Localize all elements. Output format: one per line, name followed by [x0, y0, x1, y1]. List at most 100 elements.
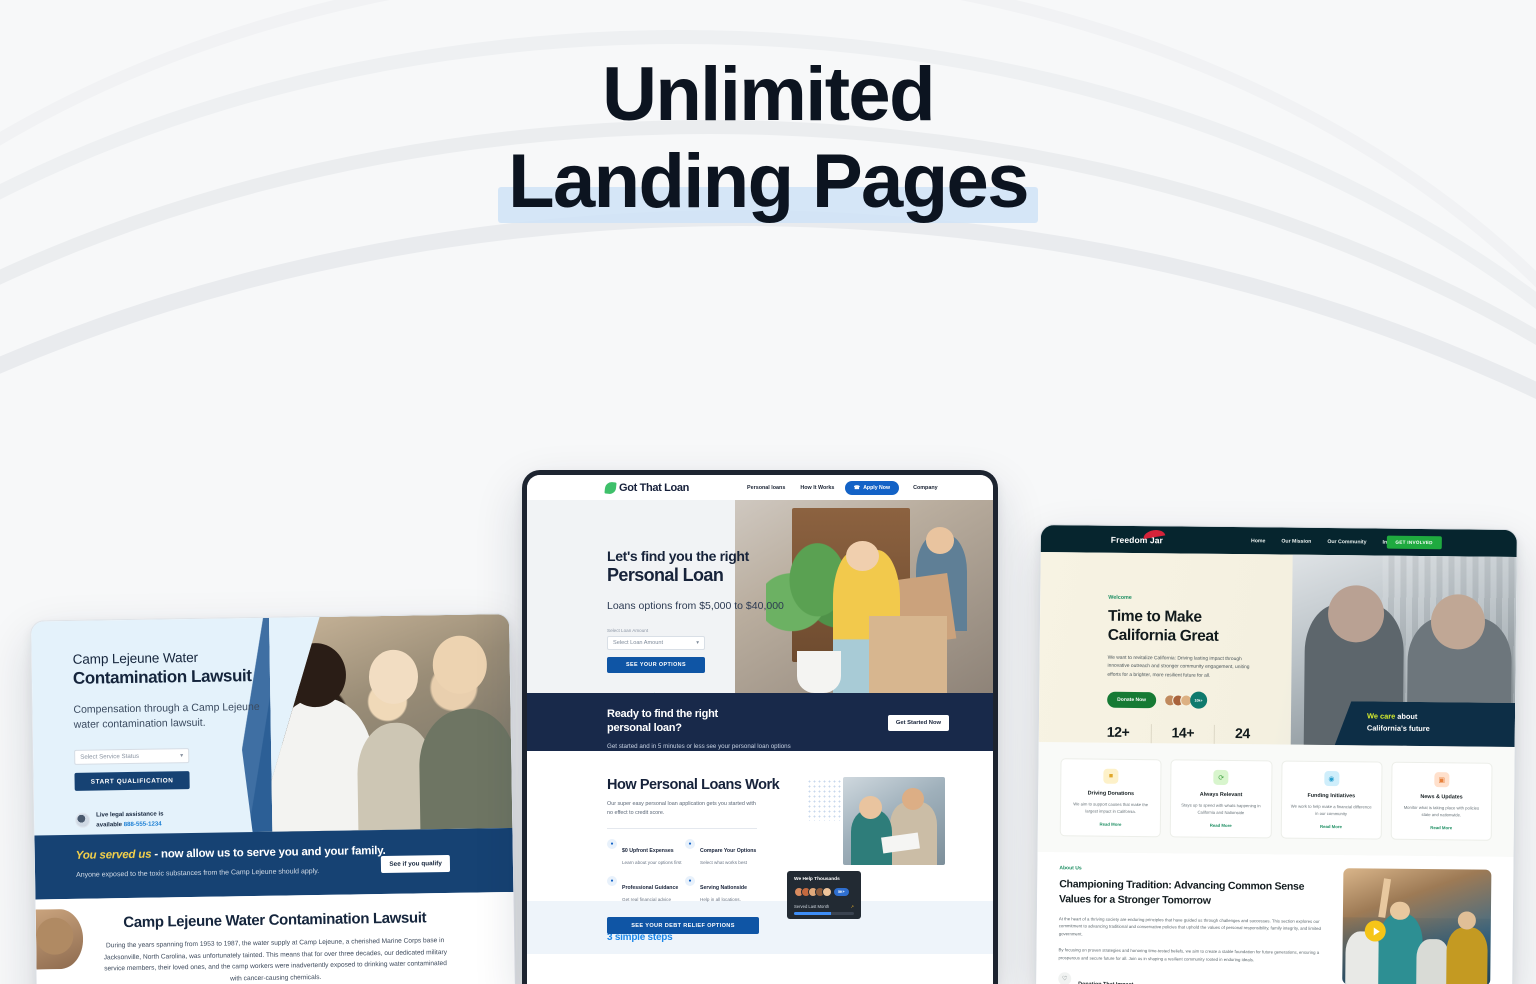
- gl-card-avatars: 5K+: [794, 887, 854, 897]
- cl-band-rest: - now allow us to serve you and your fam…: [151, 844, 386, 861]
- fj-nav-item-our-mission[interactable]: Our Mission: [1281, 538, 1311, 544]
- gl-feature-desc: Get real financial advice: [622, 897, 672, 903]
- avatar: [75, 812, 91, 828]
- arrow-up-icon: ↗: [850, 904, 854, 909]
- cl-start-qualification-button[interactable]: START QUALIFICATION: [74, 771, 190, 792]
- phone-icon: ☎: [853, 484, 861, 491]
- gl-see-your-options-button[interactable]: SEE YOUR OPTIONS: [607, 657, 705, 673]
- gl-card-footer-label: Served Last Month: [794, 904, 830, 909]
- gl-feature-title: Serving Nationside: [700, 885, 747, 892]
- gl-hero: Let's find you the right Personal Loan L…: [527, 500, 993, 693]
- chevron-down-icon: ▾: [696, 640, 699, 646]
- chevron-down-icon: ▾: [180, 752, 184, 760]
- gl-nav-item-company[interactable]: Company: [913, 485, 938, 491]
- mockup-freedom-jar[interactable]: Freedom Jar Home Our Mission Our Communi…: [1035, 524, 1518, 984]
- fj-card-read-more[interactable]: Read More: [1068, 822, 1153, 828]
- gl-hero-title-line-1: Let's find you the right: [607, 548, 749, 564]
- gl-loan-amount-select[interactable]: Select Loan Amount ▾: [607, 636, 705, 650]
- globe-icon: ●: [685, 876, 695, 887]
- fj-card-title: Always Relevant: [1199, 791, 1243, 799]
- fj-hero-actions: Donate Now 10k+: [1107, 691, 1297, 710]
- fj-card[interactable]: ⟳ Always Relevant Stays up to speed with…: [1169, 759, 1273, 839]
- headline-line-2: Landing Pages: [508, 138, 1029, 224]
- fj-logo[interactable]: Freedom Jar: [1111, 527, 1166, 545]
- fj-card-read-more[interactable]: Read More: [1399, 825, 1484, 831]
- gl-how-subtext: Our super easy personal loan application…: [607, 801, 756, 816]
- gl-feature-desc: Select what works best: [700, 860, 747, 866]
- fj-about-paragraph-2: By focusing on proven strategies and hon…: [1058, 947, 1320, 962]
- cl-assist-line-1: Live legal assistance is: [96, 810, 164, 819]
- fj-card-title: News & Updates: [1420, 793, 1463, 801]
- gl-feature-title: $0 Upfront Expenses: [622, 848, 674, 855]
- fj-card[interactable]: ▣ News & Updates Monitor what is taking …: [1390, 761, 1493, 842]
- divider: [607, 828, 757, 830]
- fj-nav-item-our-community[interactable]: Our Community: [1327, 539, 1366, 545]
- gl-card-footer: Served Last Month ↗: [794, 904, 854, 909]
- fj-card-desc: Monitor what is taking place with polici…: [1403, 804, 1480, 818]
- fj-about-left: About Us Championing Tradition: Advancin…: [1058, 866, 1328, 984]
- gl-debt-relief-button[interactable]: SEE YOUR DEBT RELIEF OPTIONS: [607, 917, 759, 935]
- cl-hero-subtitle: Compensation through a Camp Lejeune wate…: [73, 700, 260, 732]
- gl-nav-item-how-it-works[interactable]: How It Works: [800, 485, 834, 491]
- mockup-got-that-loan[interactable]: Got That Loan Personal loans How It Work…: [522, 470, 998, 984]
- fj-avatar-count: 10k+: [1189, 691, 1208, 709]
- gl-navbar: Got That Loan Personal loans How It Work…: [527, 475, 993, 500]
- gl-feature-item: ● Professional Guidance Get real financi…: [607, 876, 685, 902]
- gl-select-value: Select Loan Amount: [613, 640, 664, 646]
- gl-cta-headline: Ready to find the right personal loan?: [607, 708, 718, 735]
- gl-get-started-now-button[interactable]: Get Started Now: [887, 715, 949, 731]
- fj-about-right: [1342, 868, 1492, 984]
- fj-about-paragraph-1: At the heart of a thriving society are e…: [1058, 915, 1321, 937]
- cl-band-emphasis: You served us: [75, 848, 152, 862]
- gl-logo-text: Got That Loan: [619, 481, 689, 494]
- cl-hero-copy: Camp Lejeune Water Contamination Lawsuit…: [73, 649, 276, 830]
- gl-feature-desc: Help in all locations.: [700, 897, 741, 903]
- fj-card-title: Driving Donations: [1087, 790, 1135, 797]
- fj-badge-line-1: We care about: [1367, 711, 1515, 722]
- cl-service-status-select[interactable]: Select Service Status ▾: [74, 748, 190, 766]
- fj-card-desc: Stays up to speed with whats happening i…: [1181, 802, 1261, 815]
- fj-about-video[interactable]: [1342, 868, 1492, 984]
- gl-card-title: We Help Thousands: [794, 877, 840, 882]
- mockup-camp-lejeune[interactable]: Camp Lejeune Water Contamination Lawsuit…: [30, 613, 517, 984]
- fj-donate-now-button[interactable]: Donate Now: [1107, 691, 1157, 708]
- refresh-icon: ⟳: [1213, 769, 1229, 785]
- fj-card[interactable]: ■ Driving Donations We aim to support ca…: [1059, 758, 1162, 838]
- gl-hero-title-line-2: Personal Loan: [607, 565, 724, 585]
- fj-hero: We care about California's future Welcom…: [1038, 552, 1517, 747]
- fj-hero-paragraph: We want to revitalize California: Drivin…: [1107, 655, 1250, 679]
- hand-heart-icon: ♡: [1058, 972, 1072, 984]
- fj-hero-eyebrow: Welcome: [1108, 594, 1132, 601]
- cl-see-if-you-qualify-button[interactable]: See if you qualify: [381, 854, 451, 874]
- fj-get-involved-button[interactable]: GET INVOLVED: [1386, 535, 1442, 550]
- fj-about-heading: Championing Tradition: Advancing Common …: [1059, 878, 1305, 907]
- fj-card-desc: We work to help make a financial differe…: [1290, 803, 1372, 816]
- gl-overlay-stat-card: We Help Thousands 5K+ Served Last Month …: [787, 871, 861, 919]
- gl-hero-subtitle: Loans options from $5,000 to $40,000: [607, 600, 784, 612]
- fj-stat-item: 24 Hour Policy Monitoring: [1235, 725, 1277, 747]
- gl-logo[interactable]: Got That Loan: [604, 480, 689, 495]
- gl-feature-desc: Learn about your options first: [622, 860, 682, 866]
- gl-feature-title: Compare Your Options: [700, 848, 757, 855]
- fj-nav-item-home[interactable]: Home: [1251, 538, 1265, 544]
- fj-card-read-more[interactable]: Read More: [1288, 824, 1373, 830]
- fj-badge-accent: We care: [1366, 711, 1396, 721]
- fj-stat-value: 24: [1234, 725, 1250, 742]
- gl-card-progress: [794, 912, 854, 915]
- guidance-icon: ●: [607, 876, 617, 887]
- cl-assist-text: Live legal assistance is available 888-5…: [96, 810, 164, 829]
- fj-card-read-more[interactable]: Read More: [1178, 823, 1263, 829]
- fj-badge-line-2: California's future: [1366, 723, 1430, 734]
- fj-card[interactable]: ◉ Funding Initiatives We work to help ma…: [1280, 760, 1383, 841]
- cl-served-band: You served us - now allow us to serve yo…: [34, 827, 514, 900]
- gl-select-label: Select Loan Amount: [607, 628, 649, 633]
- gl-feature-item: ● Compare Your Options Select what works…: [685, 839, 763, 865]
- cl-assist-phone[interactable]: 888-555-1234: [124, 820, 162, 828]
- gl-footer-section: Find the right personal loan in 3 simple…: [527, 901, 993, 954]
- headline-line-2-wrap: Landing Pages: [498, 139, 1038, 226]
- fj-hero-title-line-2: California Great: [1107, 626, 1219, 645]
- cl-section-heading: Camp Lejeune Water Contamination Lawsuit: [123, 909, 427, 932]
- fj-care-badge: We care about California's future: [1335, 701, 1515, 747]
- gl-apply-now-button[interactable]: ☎ Apply Now: [844, 480, 899, 495]
- gl-nav-item-personal-loans[interactable]: Personal loans: [747, 485, 785, 491]
